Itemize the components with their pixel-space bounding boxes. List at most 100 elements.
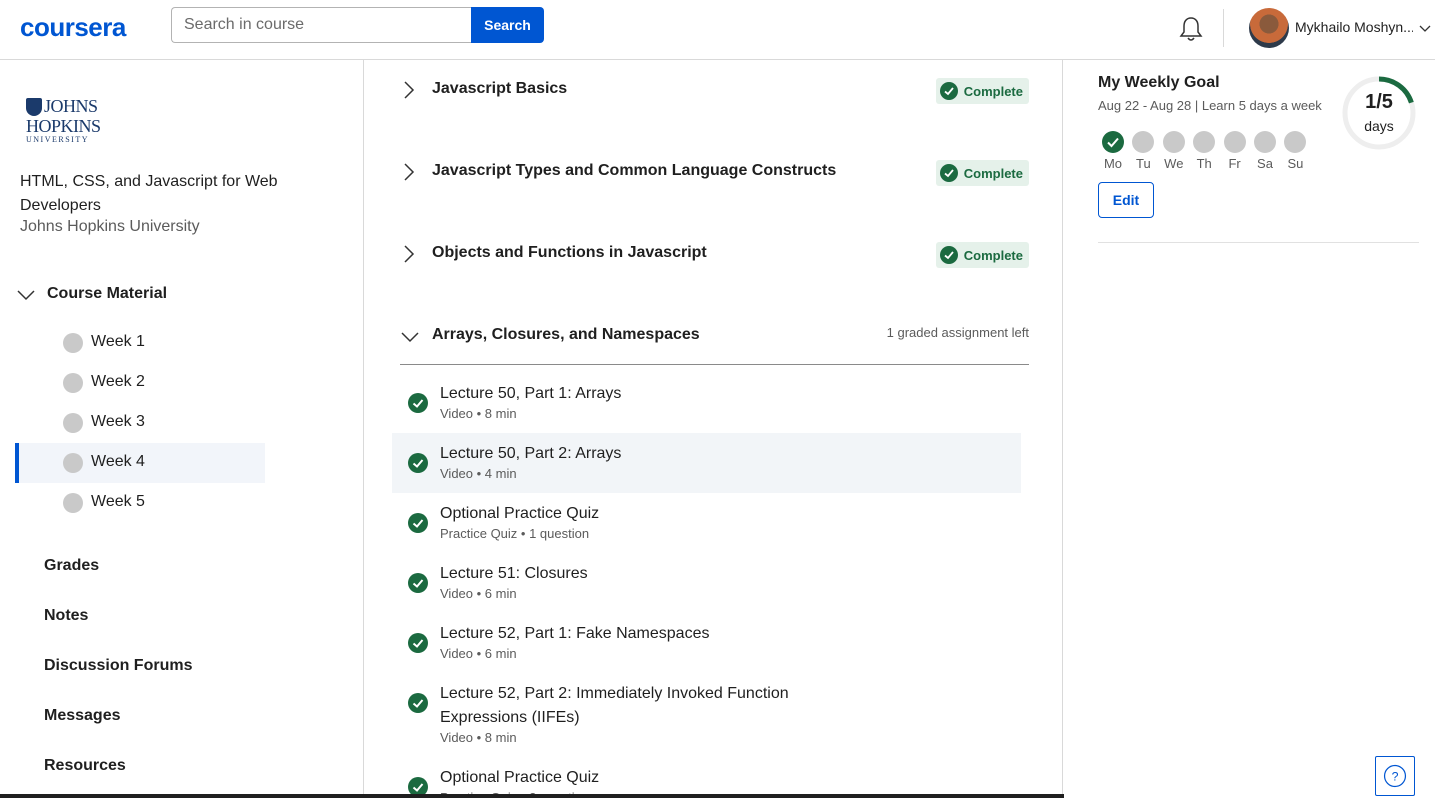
coursera-logo[interactable]: coursera	[20, 12, 126, 43]
check-circle-icon	[408, 393, 428, 413]
bottom-bar	[0, 794, 1064, 798]
notification-bell-icon[interactable]	[1176, 14, 1206, 44]
sidebar-item-week-1[interactable]: Week 1	[15, 323, 265, 363]
complete-badge: Complete	[935, 160, 1029, 186]
sidebar-item-grades[interactable]: Grades	[44, 557, 99, 575]
item-title: Optional Practice Quiz	[440, 769, 600, 786]
day-su: Su	[1283, 130, 1307, 174]
day-done-icon	[1102, 131, 1124, 153]
list-item-lecture-50-part-2[interactable]: Lecture 50, Part 2: Arrays Video • 4 min	[392, 433, 1021, 493]
day-mo: Mo	[1101, 130, 1125, 174]
day-pending-icon	[1193, 131, 1216, 153]
svg-text:?: ?	[1392, 769, 1399, 783]
week-status-icon	[63, 333, 83, 353]
item-title: Lecture 50, Part 1: Arrays	[440, 385, 622, 402]
check-circle-icon	[939, 246, 958, 264]
course-sidebar: JOHNS HOPKINS UNIVERSITY HTML, CSS, and …	[0, 60, 364, 798]
chevron-down-icon[interactable]	[16, 288, 36, 302]
check-circle-icon	[408, 513, 428, 533]
list-item-lecture-50-part-1[interactable]: Lecture 50, Part 1: Arrays Video • 8 min	[392, 373, 1021, 433]
item-meta: Practice Quiz • 1 question	[440, 526, 590, 541]
week-label: Week 1	[91, 333, 145, 350]
item-meta: Video • 6 min	[440, 586, 517, 601]
week-status-icon	[63, 373, 83, 393]
list-item-practice-quiz-2[interactable]: Optional Practice Quiz Practice Quiz • 2…	[392, 757, 1021, 798]
list-item-practice-quiz-1[interactable]: Optional Practice Quiz Practice Quiz • 1…	[392, 493, 1021, 553]
logo-line-1: JOHNS	[44, 96, 98, 116]
day-label: Mo	[1103, 156, 1123, 171]
sidebar-item-discussion-forums[interactable]: Discussion Forums	[44, 657, 192, 675]
module-objects-functions[interactable]: Objects and Functions in Javascript Comp…	[400, 234, 1029, 274]
day-we: We	[1162, 130, 1186, 174]
university-logo[interactable]: JOHNS HOPKINS UNIVERSITY	[26, 96, 101, 146]
sidebar-item-messages[interactable]: Messages	[44, 707, 121, 725]
module-arrays-closures[interactable]: Arrays, Closures, and Namespaces 1 grade…	[400, 316, 1029, 356]
item-title: Optional Practice Quiz	[440, 505, 600, 522]
module-javascript-basics[interactable]: Javascript Basics Complete	[400, 70, 1029, 110]
sidebar-item-week-2[interactable]: Week 2	[15, 363, 265, 403]
edit-goal-button[interactable]: Edit	[1098, 182, 1154, 218]
crest-icon	[26, 98, 42, 116]
course-org: Johns Hopkins University	[20, 218, 200, 235]
check-circle-icon	[939, 164, 958, 182]
day-pending-icon	[1254, 131, 1276, 153]
sidebar-item-resources[interactable]: Resources	[44, 757, 126, 775]
week-status-icon	[63, 413, 83, 433]
search-input[interactable]	[171, 7, 471, 43]
weekly-goal-title: My Weekly Goal	[1098, 74, 1220, 91]
chevron-down-icon	[401, 332, 419, 343]
day-label: Su	[1287, 156, 1304, 171]
list-item-lecture-52-part-2[interactable]: Lecture 52, Part 2: Immediately Invoked …	[392, 673, 1021, 757]
list-item-lecture-52-part-1[interactable]: Lecture 52, Part 1: Fake Namespaces Vide…	[392, 613, 1021, 673]
week-label: Week 4	[91, 453, 145, 470]
module-title: Arrays, Closures, and Namespaces	[432, 326, 700, 343]
sidebar-item-week-3[interactable]: Week 3	[15, 403, 265, 443]
sidebar-item-week-4[interactable]: Week 4	[15, 443, 265, 483]
help-question-icon[interactable]: ?	[1375, 756, 1415, 796]
day-pending-icon	[1162, 131, 1185, 153]
header-divider	[1223, 9, 1224, 47]
user-name[interactable]: Mykhailo Moshyn...	[1295, 19, 1413, 35]
check-circle-icon	[408, 453, 428, 473]
item-meta: Video • 6 min	[440, 646, 517, 661]
week-label: Week 2	[91, 373, 145, 390]
day-label: Tu	[1136, 156, 1151, 171]
course-material-toggle[interactable]: Course Material	[47, 285, 167, 303]
check-circle-icon	[939, 82, 958, 100]
week-label: Week 5	[91, 493, 145, 510]
module-divider	[400, 364, 1029, 365]
week-status-icon	[63, 493, 83, 513]
badge-text: Complete	[963, 83, 1023, 99]
search-button[interactable]: Search	[471, 7, 544, 43]
module-javascript-types[interactable]: Javascript Types and Common Language Con…	[400, 152, 1029, 192]
item-title: Lecture 51: Closures	[440, 565, 588, 582]
goal-progress-unit: days	[1364, 118, 1394, 134]
weekly-goal-subtitle: Aug 22 - Aug 28 | Learn 5 days a week	[1098, 98, 1322, 113]
right-panel-divider	[1098, 242, 1419, 243]
chevron-down-icon[interactable]	[1419, 22, 1431, 34]
course-title: HTML, CSS, and Javascript for Web Develo…	[20, 173, 278, 214]
check-circle-icon	[408, 633, 428, 653]
chevron-right-icon	[404, 163, 415, 181]
item-meta: Video • 8 min	[440, 406, 517, 421]
logo-line-2: HOPKINS	[26, 116, 101, 136]
check-circle-icon	[408, 693, 428, 713]
module-title: Javascript Basics	[432, 80, 568, 97]
course-content: Javascript Basics Complete Javascript Ty…	[365, 60, 1063, 798]
day-sa: Sa	[1253, 130, 1277, 174]
top-header: coursera Search Mykhailo Moshyn...	[0, 0, 1435, 60]
sidebar-item-notes[interactable]: Notes	[44, 607, 88, 625]
module-title: Objects and Functions in Javascript	[432, 244, 707, 261]
day-th: Th	[1192, 130, 1216, 174]
complete-badge: Complete	[935, 78, 1029, 104]
graded-assignment-note: 1 graded assignment left	[886, 325, 1029, 340]
day-label: Th	[1196, 156, 1212, 171]
user-avatar[interactable]	[1249, 8, 1289, 48]
sidebar-item-week-5[interactable]: Week 5	[15, 483, 265, 523]
day-fr: Fr	[1223, 130, 1247, 174]
item-title: Lecture 50, Part 2: Arrays	[440, 445, 622, 462]
badge-text: Complete	[963, 165, 1023, 181]
item-title: Lecture 52, Part 2: Immediately Invoked …	[440, 685, 789, 726]
module-title: Javascript Types and Common Language Con…	[432, 162, 837, 179]
list-item-lecture-51[interactable]: Lecture 51: Closures Video • 6 min	[392, 553, 1021, 613]
